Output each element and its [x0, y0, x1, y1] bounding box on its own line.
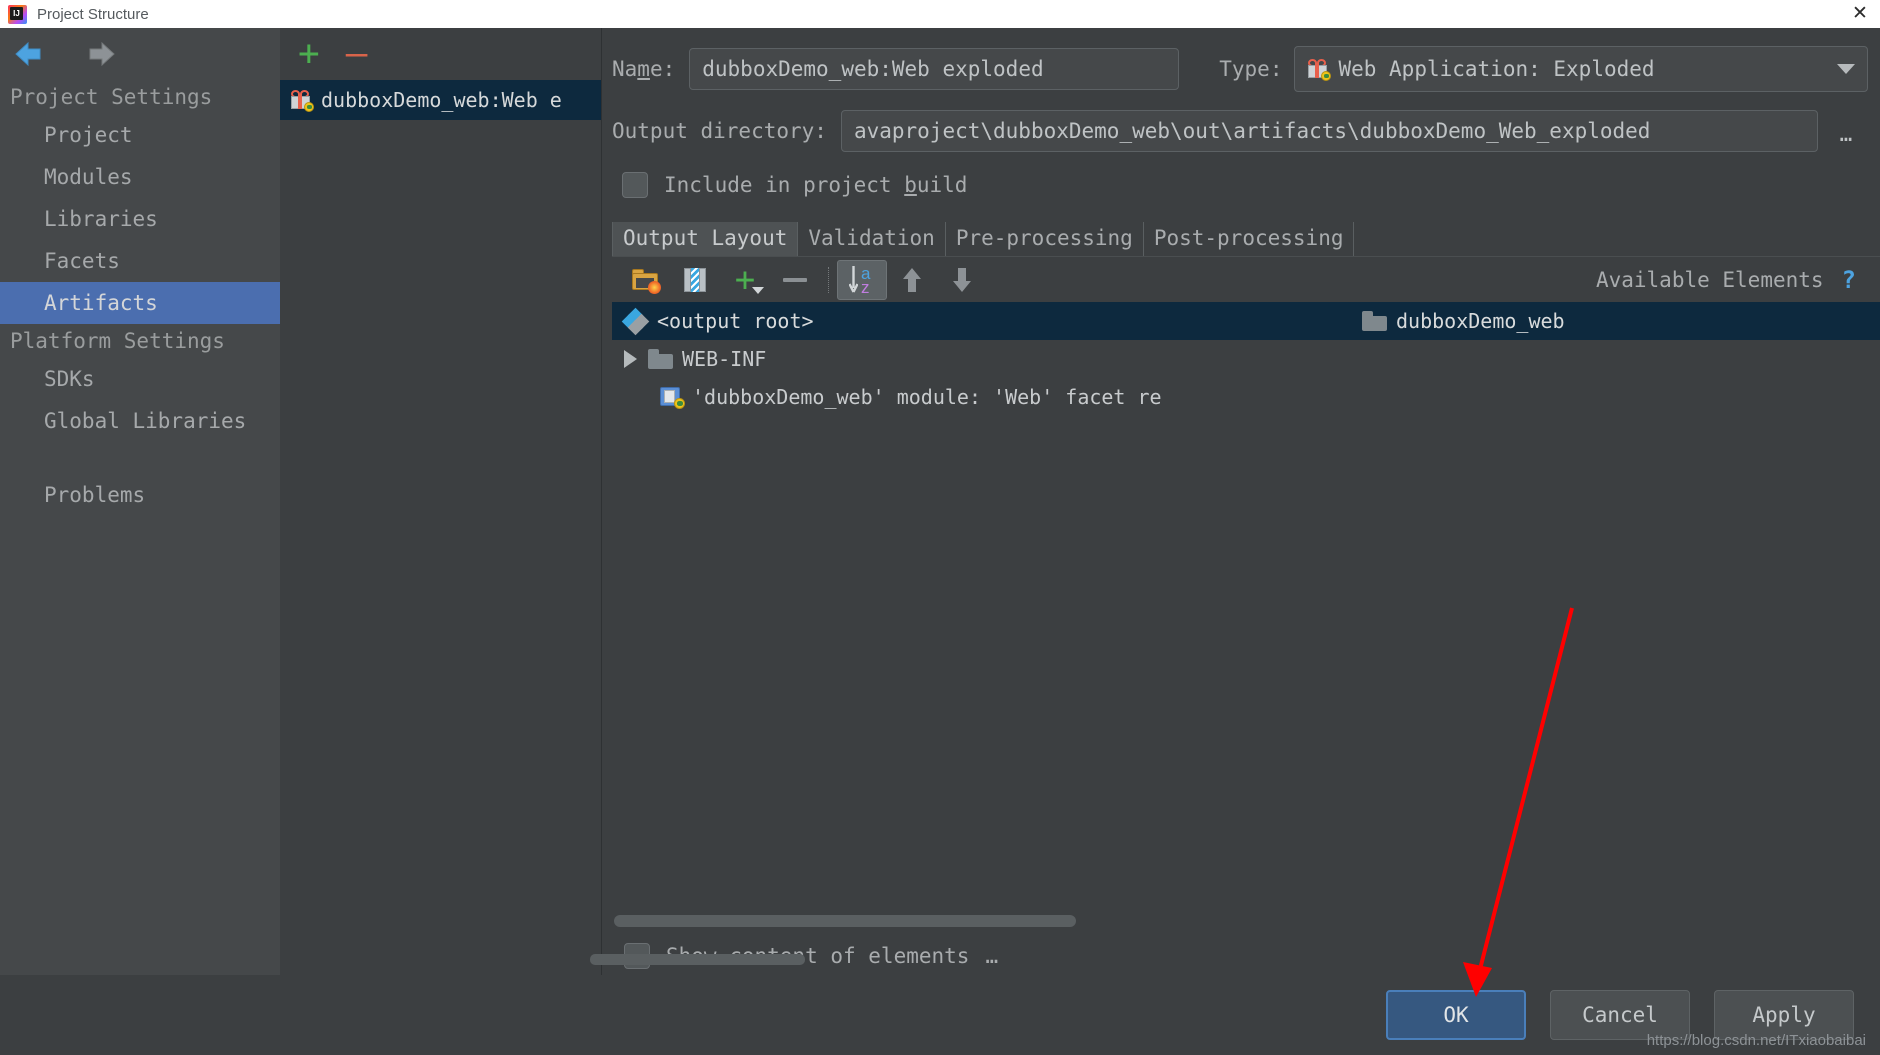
new-folder-icon [631, 268, 661, 294]
sidebar-item-facets[interactable]: Facets [0, 240, 280, 282]
folder-icon [1362, 311, 1387, 331]
name-input[interactable]: dubboxDemo_web:Web exploded [689, 48, 1180, 90]
sidebar-item-global-libraries[interactable]: Global Libraries [0, 400, 280, 442]
expand-chevron-icon[interactable] [624, 350, 637, 368]
artifact-tabs: Output Layout Validation Pre-processing … [612, 222, 1880, 256]
web-artifact-icon [1307, 59, 1332, 81]
include-in-build-checkbox[interactable] [622, 172, 648, 198]
plus-icon[interactable]: + [298, 36, 320, 72]
watermark-text: https://blog.csdn.net/ITxiaobaibai [1646, 1032, 1866, 1049]
sidebar-nav-arrows [0, 28, 280, 80]
name-label: Name: [612, 57, 676, 81]
artifact-list-toolbar: + — [280, 28, 601, 80]
arrow-down-icon [953, 267, 971, 292]
dialog-body: Project Settings Project Modules Librari… [0, 28, 1880, 1043]
minus-icon [783, 277, 807, 282]
artifact-list-panel: + — dubboxDemo_web:Web e [280, 28, 805, 975]
sidebar-item-libraries[interactable]: Libraries [0, 198, 280, 240]
show-content-row: Show content of elements … [624, 943, 1880, 975]
add-copy-button[interactable]: + [720, 260, 770, 300]
folder-icon [648, 349, 673, 369]
sidebar-item-problems[interactable]: Problems [0, 474, 280, 516]
sidebar-item-artifacts[interactable]: Artifacts [0, 282, 280, 324]
help-icon[interactable]: ? [1842, 266, 1856, 294]
include-in-build-label: Include in project build [664, 173, 968, 197]
artifact-root-icon [621, 307, 650, 336]
tree-row-label: <output root> [657, 309, 814, 333]
type-label: Type: [1219, 57, 1283, 81]
tab-pre-processing[interactable]: Pre-processing [946, 222, 1144, 256]
window-titlebar: Project Structure ✕ [0, 0, 1880, 28]
name-input-value: dubboxDemo_web:Web exploded [702, 57, 1044, 81]
sidebar-item-sdks[interactable]: SDKs [0, 358, 280, 400]
ok-button[interactable]: OK [1386, 990, 1526, 1040]
forward-arrow-icon[interactable] [78, 39, 120, 69]
tree-row-output-root[interactable]: <output root> [612, 302, 1350, 340]
create-directory-button[interactable] [620, 260, 670, 300]
tab-output-layout[interactable]: Output Layout [612, 222, 799, 256]
output-directory-row: Output directory: avaproject\dubboxDemo_… [602, 110, 1880, 152]
tree-row-module-facet[interactable]: 'dubboxDemo_web' module: 'Web' facet re [612, 378, 1350, 416]
sidebar-section-platform-settings: Platform Settings [10, 329, 225, 353]
move-down-button[interactable] [937, 260, 987, 300]
back-arrow-icon[interactable] [10, 39, 52, 69]
output-directory-value: avaproject\dubboxDemo_web\out\artifacts\… [853, 119, 1651, 143]
create-archive-button[interactable] [670, 260, 720, 300]
minus-icon[interactable]: — [346, 36, 368, 72]
settings-sidebar: Project Settings Project Modules Librari… [0, 28, 280, 1043]
toolbar-separator [828, 266, 829, 293]
window-title: Project Structure [37, 5, 149, 23]
tree-row-label: WEB-INF [682, 347, 767, 371]
type-combobox[interactable]: Web Application: Exploded [1294, 46, 1868, 92]
tree-row-web-inf[interactable]: WEB-INF [612, 340, 1350, 378]
sort-az-icon: az [848, 264, 876, 297]
list-item-label: dubboxDemo_web:Web e [321, 88, 562, 112]
show-content-more[interactable]: … [985, 944, 998, 968]
tree-row-label: 'dubboxDemo_web' module: 'Web' facet re [692, 385, 1162, 409]
output-directory-label: Output directory: [612, 119, 827, 143]
intellij-idea-logo [8, 4, 27, 24]
include-in-build-row: Include in project build [602, 172, 1880, 198]
output-layout-toolbar: + az Available Elements ? [612, 256, 1880, 302]
tree-row-label: dubboxDemo_web [1396, 309, 1565, 333]
arrow-up-icon [903, 267, 921, 292]
sidebar-section-project-settings: Project Settings [10, 85, 213, 109]
browse-button[interactable]: … [1824, 110, 1868, 152]
dialog-button-bar: OK Cancel Apply https://blog.csdn.net/IT… [0, 975, 1880, 1055]
facet-resources-icon [660, 386, 685, 409]
move-up-button[interactable] [887, 260, 937, 300]
artifact-detail-panel: Name: dubboxDemo_web:Web exploded Type: … [602, 28, 1880, 975]
available-elements-tree: dubboxDemo_web [1350, 302, 1880, 933]
available-elements-header: Available Elements ? [1596, 266, 1880, 294]
output-layout-tree: <output root> WEB-INF 'dubboxDemo_web' m… [612, 302, 1350, 933]
tab-validation[interactable]: Validation [798, 222, 946, 256]
sidebar-item-modules[interactable]: Modules [0, 156, 280, 198]
artifact-list-hscrollbar[interactable] [590, 954, 805, 965]
layout-trees: <output root> WEB-INF 'dubboxDemo_web' m… [612, 302, 1880, 933]
type-combobox-value: Web Application: Exploded [1338, 57, 1655, 81]
tree-row-available-module[interactable]: dubboxDemo_web [1350, 302, 1880, 340]
sidebar-item-project[interactable]: Project [0, 114, 280, 156]
available-elements-label: Available Elements [1595, 267, 1824, 292]
web-artifact-icon [290, 90, 314, 112]
list-item[interactable]: dubboxDemo_web:Web e [280, 80, 601, 120]
archive-zip-icon [684, 267, 706, 292]
output-tree-hscrollbar[interactable] [614, 915, 1076, 927]
close-icon[interactable]: ✕ [1850, 4, 1870, 24]
tab-post-processing[interactable]: Post-processing [1144, 222, 1355, 256]
output-directory-input[interactable]: avaproject\dubboxDemo_web\out\artifacts\… [840, 110, 1818, 152]
chevron-down-icon[interactable] [1825, 47, 1867, 91]
sort-button[interactable]: az [837, 259, 887, 300]
name-type-row: Name: dubboxDemo_web:Web exploded Type: … [602, 46, 1880, 92]
remove-button[interactable] [770, 260, 820, 300]
